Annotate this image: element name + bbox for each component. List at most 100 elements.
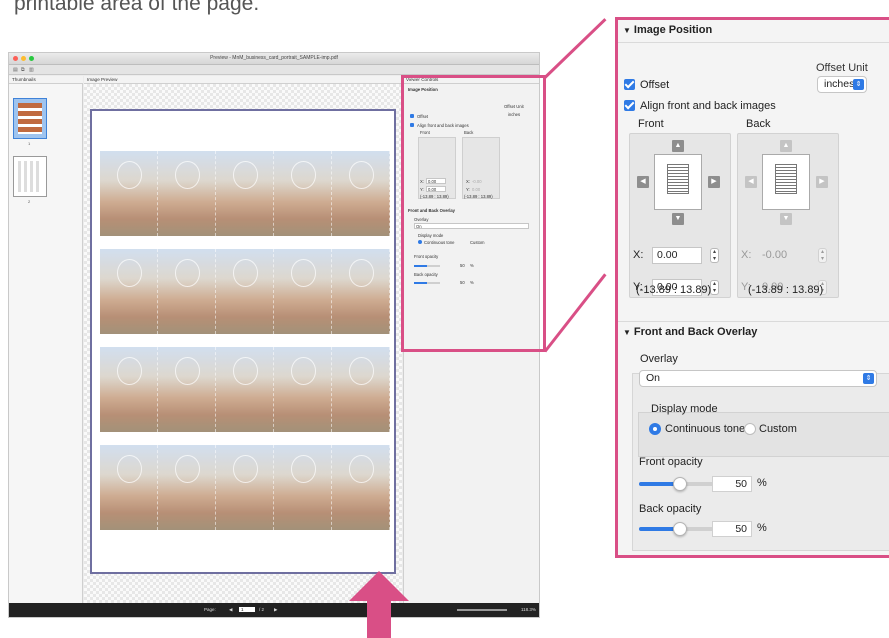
copy-icon[interactable]: ⧉ (21, 67, 25, 73)
business-card (274, 445, 332, 530)
business-card (216, 151, 274, 236)
business-card (158, 249, 216, 334)
offset-label: Offset (640, 79, 670, 91)
business-card (216, 249, 274, 334)
back-x-label: X: (741, 249, 752, 261)
business-card (158, 151, 216, 236)
front-right-arrow-icon[interactable]: ▶ (708, 176, 720, 188)
front-opacity-slider-knob[interactable] (673, 477, 687, 491)
overlay-value: On (646, 372, 661, 384)
card-row (100, 151, 390, 236)
pointer-arrow-shaft (367, 600, 391, 638)
front-x-value: 0.00 (657, 249, 678, 261)
business-card (158, 445, 216, 530)
display-mode-label: Display mode (651, 403, 718, 415)
trash-icon[interactable]: ▥ (29, 67, 34, 73)
card-row (100, 249, 390, 334)
card-row (100, 347, 390, 432)
back-align-box: ▲ ▼ ◀ ▶ X: -0.00 ▴ ▾ Y: 0.00 ▴ ▾ (737, 133, 839, 298)
business-card (332, 151, 390, 236)
page-thumbnail-2[interactable] (13, 156, 47, 197)
offset-unit-popup[interactable]: inches ⇕ (817, 76, 867, 93)
align-checkbox[interactable] (624, 100, 635, 111)
card-row (100, 445, 390, 530)
front-opacity-percent: % (757, 477, 767, 489)
offset-unit-label: Offset Unit (816, 62, 868, 74)
business-card (332, 347, 390, 432)
document-icon (775, 164, 797, 194)
chevron-updown-icon: ⇕ (863, 373, 874, 384)
zoom-slider[interactable] (457, 609, 507, 611)
business-card (274, 347, 332, 432)
zoomed-panel-callout: ▼ Image Position Offset Unit Offset inche… (615, 17, 889, 558)
connector-line-top (543, 18, 607, 79)
business-card (100, 249, 158, 334)
image-preview-pane[interactable] (84, 84, 402, 605)
back-page-preview (762, 154, 810, 210)
front-y-stepper[interactable]: ▴ ▾ (710, 280, 719, 295)
custom-radio[interactable] (744, 423, 756, 435)
overlay-section-label: Front and Back Overlay (633, 326, 758, 338)
thumbnails-header: Thumbnails (9, 76, 83, 84)
preview-page (90, 109, 396, 574)
back-up-arrow-icon[interactable]: ▲ (780, 140, 792, 152)
thumbnail-number: 2 (28, 199, 31, 204)
offset-checkbox[interactable] (624, 79, 635, 90)
front-left-arrow-icon[interactable]: ◀ (637, 176, 649, 188)
overlay-label: Overlay (640, 353, 678, 365)
toolbar: ▤ ⧉ ▥ (9, 65, 539, 75)
front-x-stepper[interactable]: ▴ ▾ (710, 248, 719, 263)
thumbnails-pane: 1 2 (9, 84, 83, 605)
front-opacity-field[interactable]: 50 (712, 476, 752, 492)
back-label: Back (746, 118, 771, 130)
thumbnail-number: 1 (28, 141, 31, 146)
business-card (100, 445, 158, 530)
image-position-heading[interactable]: ▼ Image Position (623, 24, 712, 36)
offset-unit-value: inches (824, 78, 855, 90)
connector-line-bottom (543, 273, 607, 353)
thumbnail-image (18, 161, 42, 192)
continuous-tone-label: Continuous tone (665, 423, 746, 435)
page-thumbnail-1[interactable] (13, 98, 47, 139)
back-opacity-value: 50 (735, 523, 747, 535)
thumbnail-image (18, 103, 42, 134)
front-up-arrow-icon[interactable]: ▲ (672, 140, 684, 152)
custom-label: Custom (759, 423, 797, 435)
back-opacity-slider-knob[interactable] (673, 522, 687, 536)
business-card (158, 347, 216, 432)
business-card (100, 151, 158, 236)
window-title: Preview - MnM_business_card_portrait_SAM… (210, 55, 338, 61)
document-icon (667, 164, 689, 194)
front-down-arrow-icon[interactable]: ▼ (672, 213, 684, 225)
page-total: / 2 (259, 607, 265, 612)
overlay-section-heading[interactable]: ▼ Front and Back Overlay (623, 326, 757, 338)
back-x-stepper[interactable]: ▴ ▾ (818, 248, 827, 263)
business-card (274, 151, 332, 236)
image-preview-header: Image Preview (84, 76, 402, 84)
status-bar: Page: ◀ 1 / 2 ▶ 118.3% (9, 603, 539, 617)
back-right-arrow-icon[interactable]: ▶ (816, 176, 828, 188)
page-number-field[interactable]: 1 (239, 607, 255, 612)
front-x-label: X: (633, 249, 644, 261)
disclosure-triangle-icon: ▼ (623, 26, 631, 35)
front-x-field[interactable]: 0.00 (652, 247, 702, 264)
divider (618, 321, 889, 322)
print-icon[interactable]: ▤ (13, 67, 18, 73)
pointer-arrow-icon (349, 571, 409, 601)
back-opacity-field[interactable]: 50 (712, 521, 752, 537)
back-left-arrow-icon[interactable]: ◀ (745, 176, 757, 188)
prev-page-icon[interactable]: ◀ (229, 607, 232, 613)
caption-text: printable area of the page. (14, 0, 260, 15)
chevron-updown-icon: ⇕ (853, 79, 864, 90)
back-opacity-label: Back opacity (639, 503, 702, 515)
overlay-popup[interactable]: On ⇕ (639, 370, 877, 387)
image-position-label: Image Position (633, 24, 713, 36)
title-bar: Preview - MnM_business_card_portrait_SAM… (9, 53, 539, 65)
back-down-arrow-icon[interactable]: ▼ (780, 213, 792, 225)
align-label: Align front and back images (640, 100, 776, 112)
back-x-value: -0.00 (762, 249, 788, 261)
front-align-box: ▲ ▼ ◀ ▶ X: 0.00 ▴ ▾ Y: 0.00 ▴ ▾ (629, 133, 731, 298)
next-page-icon[interactable]: ▶ (274, 607, 277, 613)
front-label: Front (638, 118, 664, 130)
continuous-tone-radio[interactable] (649, 423, 661, 435)
